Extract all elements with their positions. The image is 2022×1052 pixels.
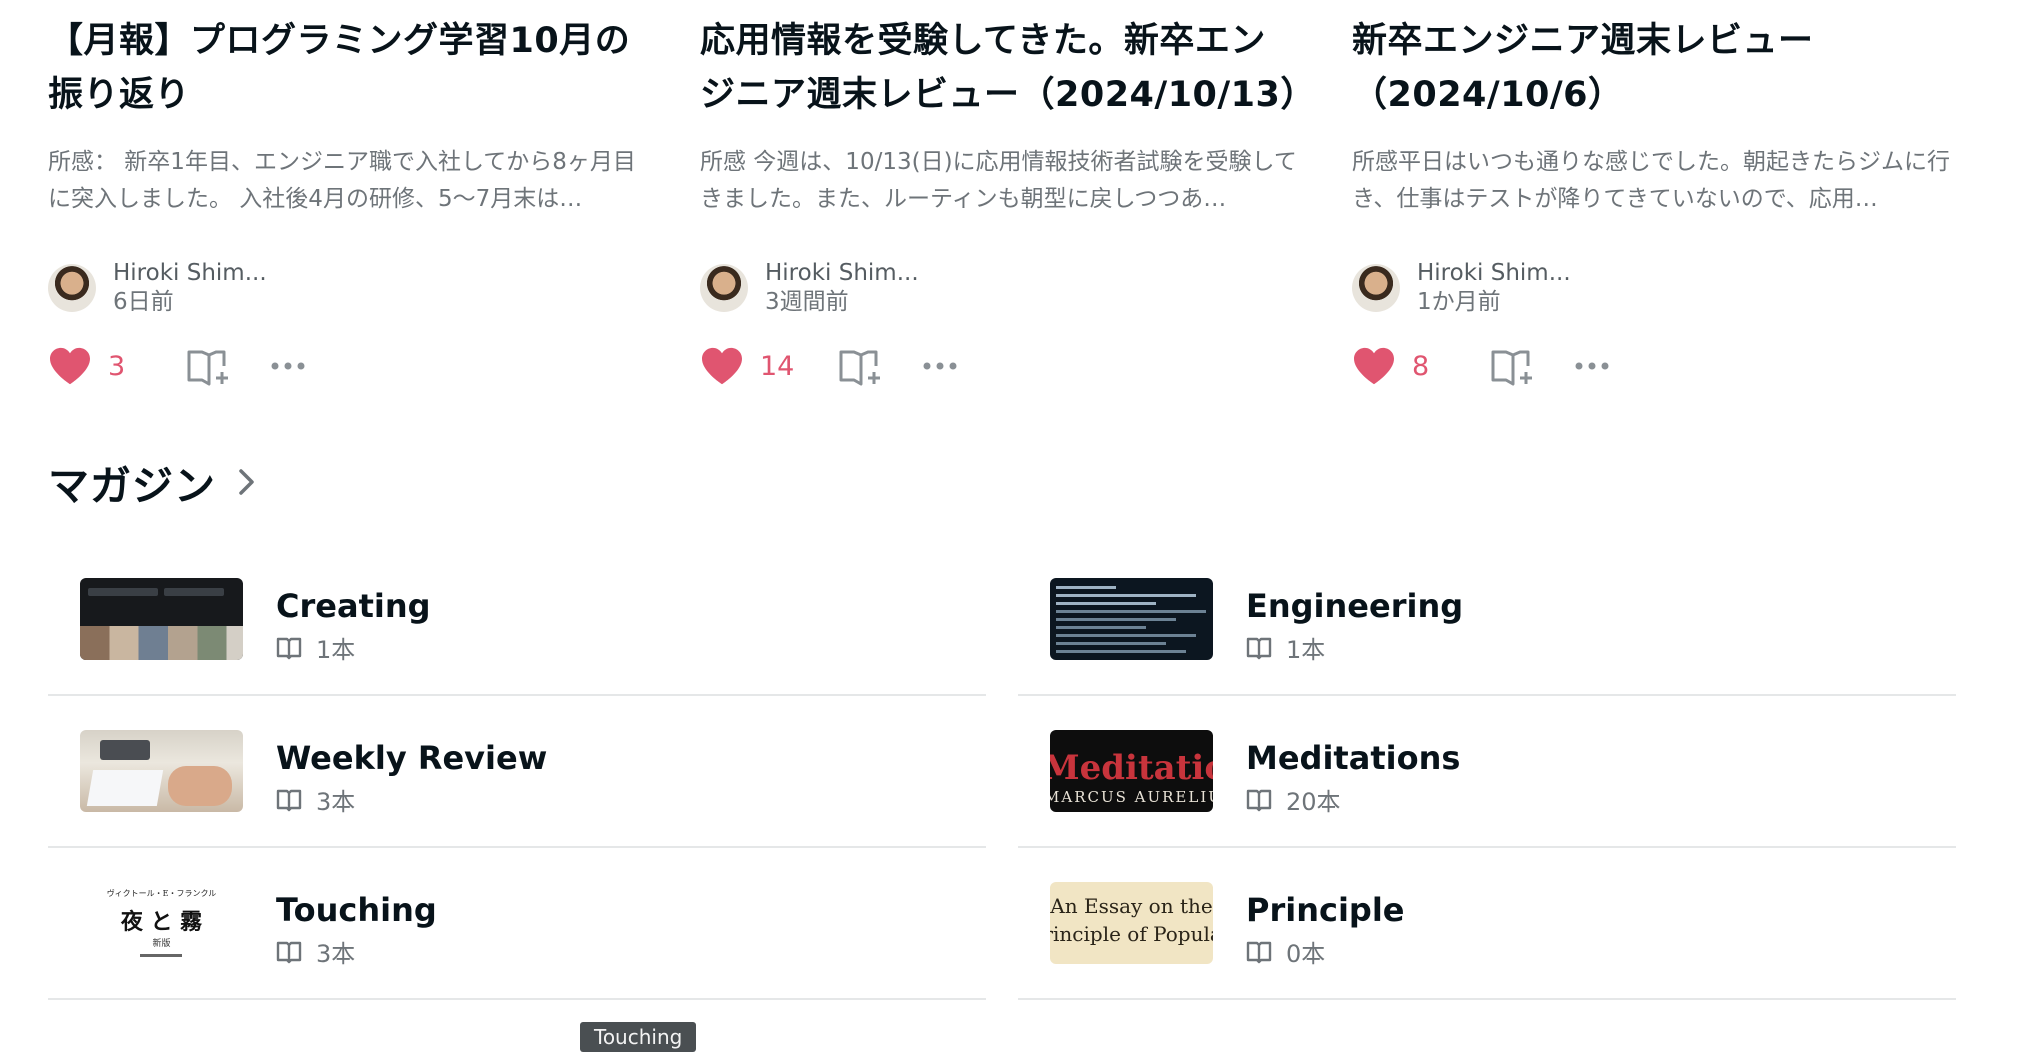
post-time: 3週間前 bbox=[765, 289, 849, 315]
post-time: 6日前 bbox=[113, 289, 174, 315]
heart-icon bbox=[1354, 347, 1394, 385]
heart-icon bbox=[702, 347, 742, 385]
magazine-name: Touching bbox=[276, 891, 437, 929]
article-actions: 8 bbox=[1352, 342, 1952, 390]
magazine-thumbnail: Meditations MARCUS AURELIUS bbox=[1050, 730, 1213, 812]
magazine-item-principle[interactable]: An Essay on the Principle of Population … bbox=[1018, 848, 1956, 1000]
thumbnail-line2: Principle of Population bbox=[1050, 922, 1213, 946]
article-card[interactable]: 応用情報を受験してきた。新卒エンジニア週末レビュー（2024/10/13） 所感… bbox=[700, 14, 1300, 390]
thumbnail-subtitle: 新版 bbox=[152, 939, 171, 949]
magazine-thumbnail bbox=[80, 578, 243, 660]
book-icon bbox=[276, 789, 302, 811]
thumbnail-title: 夜 と 霧 bbox=[120, 909, 203, 935]
magazine-name: Engineering bbox=[1246, 587, 1464, 625]
like-count: 8 bbox=[1412, 350, 1430, 382]
magazine-name: Creating bbox=[276, 587, 431, 625]
tooltip: Touching bbox=[580, 1022, 697, 1052]
chevron-right-icon bbox=[239, 469, 254, 495]
avatar[interactable] bbox=[700, 264, 748, 312]
magazine-thumbnail: ヴィクトール・E・フランクル 夜 と 霧 新版 bbox=[80, 882, 243, 964]
book-icon bbox=[1246, 789, 1272, 811]
article-title[interactable]: 新卒エンジニア週末レビュー（2024/10/6） bbox=[1352, 14, 1952, 122]
magazine-thumbnail: An Essay on the Principle of Population bbox=[1050, 882, 1213, 964]
book-icon bbox=[276, 941, 302, 963]
post-time: 1か月前 bbox=[1417, 289, 1501, 315]
magazine-thumbnail bbox=[80, 730, 243, 812]
author-block[interactable]: Hiroki Shim... 1か月前 bbox=[1352, 258, 1952, 318]
add-to-magazine-icon[interactable] bbox=[1490, 346, 1536, 386]
article-excerpt: 所感： 新卒1年目、エンジニア職で入社してから8ヶ月目に突入しました。 入社後4… bbox=[48, 149, 636, 212]
article-excerpt: 所感平日はいつも通りな感じでした。朝起きたらジムに行き、仕事はテストが降りてきて… bbox=[1352, 149, 1950, 212]
author-block[interactable]: Hiroki Shim... 3週間前 bbox=[700, 258, 1300, 318]
article-count: 1本 bbox=[316, 636, 356, 664]
author-name[interactable]: Hiroki Shim... bbox=[1417, 259, 1571, 288]
magazine-item-creating[interactable]: Creating 1本 bbox=[48, 544, 986, 696]
article-count: 3本 bbox=[316, 788, 356, 816]
article-title[interactable]: 【月報】プログラミング学習10月の振り返り bbox=[48, 14, 648, 122]
magazine-item-weekly-review[interactable]: Weekly Review 3本 bbox=[48, 696, 986, 848]
like-button[interactable]: 14 bbox=[700, 346, 800, 386]
magazine-item-meditations[interactable]: Meditations MARCUS AURELIUS Meditations … bbox=[1018, 696, 1956, 848]
magazine-name: Weekly Review bbox=[276, 739, 548, 777]
avatar[interactable] bbox=[1352, 264, 1400, 312]
avatar[interactable] bbox=[48, 264, 96, 312]
heart-icon bbox=[50, 347, 90, 385]
magazine-item-engineering[interactable]: Engineering 1本 bbox=[1018, 544, 1956, 696]
magazine-item-touching[interactable]: ヴィクトール・E・フランクル 夜 と 霧 新版 Touching 3本 bbox=[48, 848, 986, 1000]
more-options-icon[interactable] bbox=[268, 346, 308, 386]
article-count: 0本 bbox=[1286, 940, 1326, 968]
thumbnail-title: Meditations bbox=[1050, 748, 1213, 788]
author-block[interactable]: Hiroki Shim... 6日前 bbox=[48, 258, 648, 318]
article-actions: 3 bbox=[48, 342, 648, 390]
thumbnail-line1: An Essay on the bbox=[1050, 894, 1213, 918]
article-title[interactable]: 応用情報を受験してきた。新卒エンジニア週末レビュー（2024/10/13） bbox=[700, 14, 1300, 122]
magazine-thumbnail bbox=[1050, 578, 1213, 660]
thumbnail-author: MARCUS AURELIUS bbox=[1050, 788, 1213, 806]
book-icon bbox=[1246, 637, 1272, 659]
like-button[interactable]: 8 bbox=[1352, 346, 1452, 386]
magazine-name: Meditations bbox=[1246, 739, 1461, 777]
article-count: 20本 bbox=[1286, 788, 1341, 816]
author-name[interactable]: Hiroki Shim... bbox=[113, 259, 267, 288]
author-name[interactable]: Hiroki Shim... bbox=[765, 259, 919, 288]
like-count: 3 bbox=[108, 350, 126, 382]
section-title: マガジン bbox=[48, 462, 216, 510]
article-actions: 14 bbox=[700, 342, 1300, 390]
add-to-magazine-icon[interactable] bbox=[838, 346, 884, 386]
thumbnail-author: ヴィクトール・E・フランクル bbox=[106, 889, 217, 898]
book-icon bbox=[276, 637, 302, 659]
like-count: 14 bbox=[760, 350, 795, 382]
more-options-icon[interactable] bbox=[920, 346, 960, 386]
article-card[interactable]: 新卒エンジニア週末レビュー（2024/10/6） 所感平日はいつも通りな感じでし… bbox=[1352, 14, 1952, 390]
like-button[interactable]: 3 bbox=[48, 346, 148, 386]
article-list: 【月報】プログラミング学習10月の振り返り 所感： 新卒1年目、エンジニア職で入… bbox=[0, 0, 2022, 440]
more-options-icon[interactable] bbox=[1572, 346, 1612, 386]
article-card[interactable]: 【月報】プログラミング学習10月の振り返り 所感： 新卒1年目、エンジニア職で入… bbox=[48, 14, 648, 390]
article-count: 1本 bbox=[1286, 636, 1326, 664]
magazine-section-link[interactable]: マガジン bbox=[48, 452, 258, 512]
magazine-name: Principle bbox=[1246, 891, 1405, 929]
book-icon bbox=[1246, 941, 1272, 963]
add-to-magazine-icon[interactable] bbox=[186, 346, 232, 386]
article-excerpt: 所感 今週は、10/13(日)に応用情報技術者試験を受験してきました。また、ルー… bbox=[700, 149, 1297, 212]
article-count: 3本 bbox=[316, 940, 356, 968]
